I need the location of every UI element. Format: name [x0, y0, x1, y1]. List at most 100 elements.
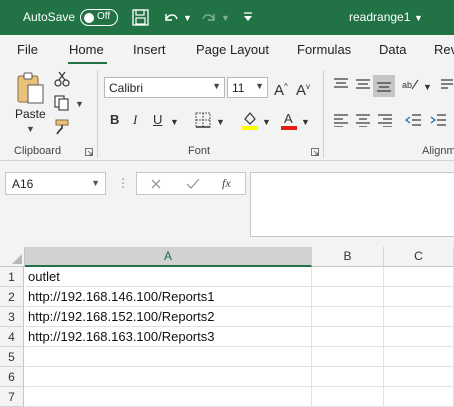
formula-bar-grip-icon[interactable]: ⋮: [117, 176, 129, 190]
select-all-button[interactable]: [0, 247, 25, 267]
cell-b2[interactable]: [312, 287, 384, 307]
align-center-icon[interactable]: [355, 113, 371, 127]
undo-dropdown-icon[interactable]: ▼: [183, 11, 192, 25]
align-bottom-icon: [377, 82, 391, 92]
decrease-font-size-icon[interactable]: Av: [296, 80, 310, 98]
font-name-dropdown-icon[interactable]: ▼: [212, 81, 221, 91]
column-header-a[interactable]: A: [25, 247, 312, 267]
underline-dropdown-icon[interactable]: ▼: [170, 115, 179, 129]
cell-c3[interactable]: [384, 307, 454, 327]
cell-a2[interactable]: http://192.168.146.100/Reports1: [25, 287, 312, 307]
row-header[interactable]: 3: [0, 307, 24, 327]
decrease-indent-icon[interactable]: [405, 113, 422, 127]
align-right-icon[interactable]: [377, 113, 393, 127]
font-name-combo[interactable]: Calibri ▼: [104, 77, 225, 98]
orientation-dropdown-icon[interactable]: ▼: [423, 80, 432, 94]
name-box-value: A16: [12, 177, 34, 191]
formula-bar-area: A16 ▼ ⋮ fx: [0, 161, 454, 247]
cell-b4[interactable]: [312, 327, 384, 347]
cell-c5[interactable]: [384, 347, 454, 367]
cell-a7[interactable]: [25, 387, 312, 407]
cell-b1[interactable]: [312, 267, 384, 287]
ribbon-tabs: File Home Insert Page Layout Formulas Da…: [0, 35, 454, 65]
copy-dropdown-icon[interactable]: ▼: [75, 99, 84, 109]
group-divider: [97, 70, 98, 158]
font-launcher-icon[interactable]: [311, 148, 319, 156]
alignment-group-label: Alignm: [422, 145, 454, 157]
copy-icon[interactable]: [54, 95, 70, 111]
cell-b5[interactable]: [312, 347, 384, 367]
font-color-icon[interactable]: A: [280, 110, 298, 130]
font-size-dropdown-icon[interactable]: ▼: [255, 81, 264, 91]
worksheet-grid: A B C 1 outlet 2 http://192.168.146.100/…: [0, 247, 454, 407]
tab-page-layout[interactable]: Page Layout: [196, 42, 269, 57]
paste-dropdown-icon[interactable]: ▼: [26, 124, 35, 134]
clipboard-group-label: Clipboard: [14, 145, 62, 157]
cell-c7[interactable]: [384, 387, 454, 407]
font-color-dropdown-icon[interactable]: ▼: [301, 115, 310, 129]
tab-home[interactable]: Home: [69, 42, 104, 57]
format-painter-icon[interactable]: [54, 119, 70, 135]
cell-b6[interactable]: [312, 367, 384, 387]
cell-c6[interactable]: [384, 367, 454, 387]
increase-indent-icon[interactable]: [430, 113, 447, 127]
row-header[interactable]: 2: [0, 287, 24, 307]
align-left-icon[interactable]: [333, 113, 349, 127]
borders-dropdown-icon[interactable]: ▼: [216, 115, 225, 129]
cell-b3[interactable]: [312, 307, 384, 327]
toggle-knob: [84, 12, 94, 23]
align-top-icon[interactable]: [333, 77, 349, 91]
svg-text:A: A: [284, 111, 293, 126]
cell-c4[interactable]: [384, 327, 454, 347]
tab-review[interactable]: Rev: [434, 42, 454, 57]
filename-dropdown-icon[interactable]: ▼: [414, 11, 423, 25]
wrap-text-icon[interactable]: [440, 77, 454, 91]
row-header[interactable]: 5: [0, 347, 24, 367]
align-bottom-button[interactable]: [373, 75, 395, 97]
tab-formulas[interactable]: Formulas: [297, 42, 351, 57]
autosave-toggle[interactable]: Off: [80, 9, 118, 26]
customize-toolbar-icon[interactable]: [242, 11, 254, 23]
autosave-label: AutoSave: [23, 10, 76, 24]
cell-a1[interactable]: outlet: [25, 267, 312, 287]
cell-a5[interactable]: [25, 347, 312, 367]
tab-file[interactable]: File: [17, 42, 38, 57]
font-size-combo[interactable]: 11 ▼: [227, 77, 268, 98]
paste-label[interactable]: Paste: [15, 107, 46, 121]
name-box-dropdown-icon[interactable]: ▼: [91, 178, 100, 188]
italic-icon[interactable]: I: [133, 113, 137, 127]
paste-icon[interactable]: [15, 71, 45, 105]
cell-a3[interactable]: http://192.168.152.100/Reports2: [25, 307, 312, 327]
align-middle-icon[interactable]: [355, 77, 371, 91]
file-name[interactable]: readrange1: [349, 10, 410, 24]
undo-icon[interactable]: [162, 8, 180, 26]
cell-c2[interactable]: [384, 287, 454, 307]
cell-b7[interactable]: [312, 387, 384, 407]
borders-icon[interactable]: [195, 112, 211, 128]
clipboard-launcher-icon[interactable]: [85, 148, 93, 156]
orientation-icon[interactable]: ab: [401, 77, 419, 91]
cancel-icon[interactable]: [150, 178, 162, 190]
cut-icon[interactable]: [54, 71, 70, 87]
fill-color-icon[interactable]: [241, 110, 259, 130]
underline-icon[interactable]: U: [153, 113, 162, 127]
row-header[interactable]: 7: [0, 387, 24, 407]
formula-input[interactable]: [250, 172, 454, 237]
tab-insert[interactable]: Insert: [133, 42, 166, 57]
column-header-c[interactable]: C: [384, 247, 454, 267]
fill-color-dropdown-icon[interactable]: ▼: [262, 115, 271, 129]
row-header[interactable]: 4: [0, 327, 24, 347]
insert-function-icon[interactable]: fx: [222, 176, 231, 191]
bold-icon[interactable]: B: [110, 113, 119, 127]
tab-data[interactable]: Data: [379, 42, 406, 57]
cell-c1[interactable]: [384, 267, 454, 287]
row-header[interactable]: 1: [0, 267, 24, 287]
row-header[interactable]: 6: [0, 367, 24, 387]
cell-a4[interactable]: http://192.168.163.100/Reports3: [25, 327, 312, 347]
column-header-b[interactable]: B: [312, 247, 384, 267]
name-box[interactable]: A16 ▼: [5, 172, 106, 195]
cell-a6[interactable]: [25, 367, 312, 387]
increase-font-size-icon[interactable]: A^: [274, 80, 288, 98]
save-icon[interactable]: [132, 9, 149, 26]
enter-icon[interactable]: [186, 178, 200, 190]
